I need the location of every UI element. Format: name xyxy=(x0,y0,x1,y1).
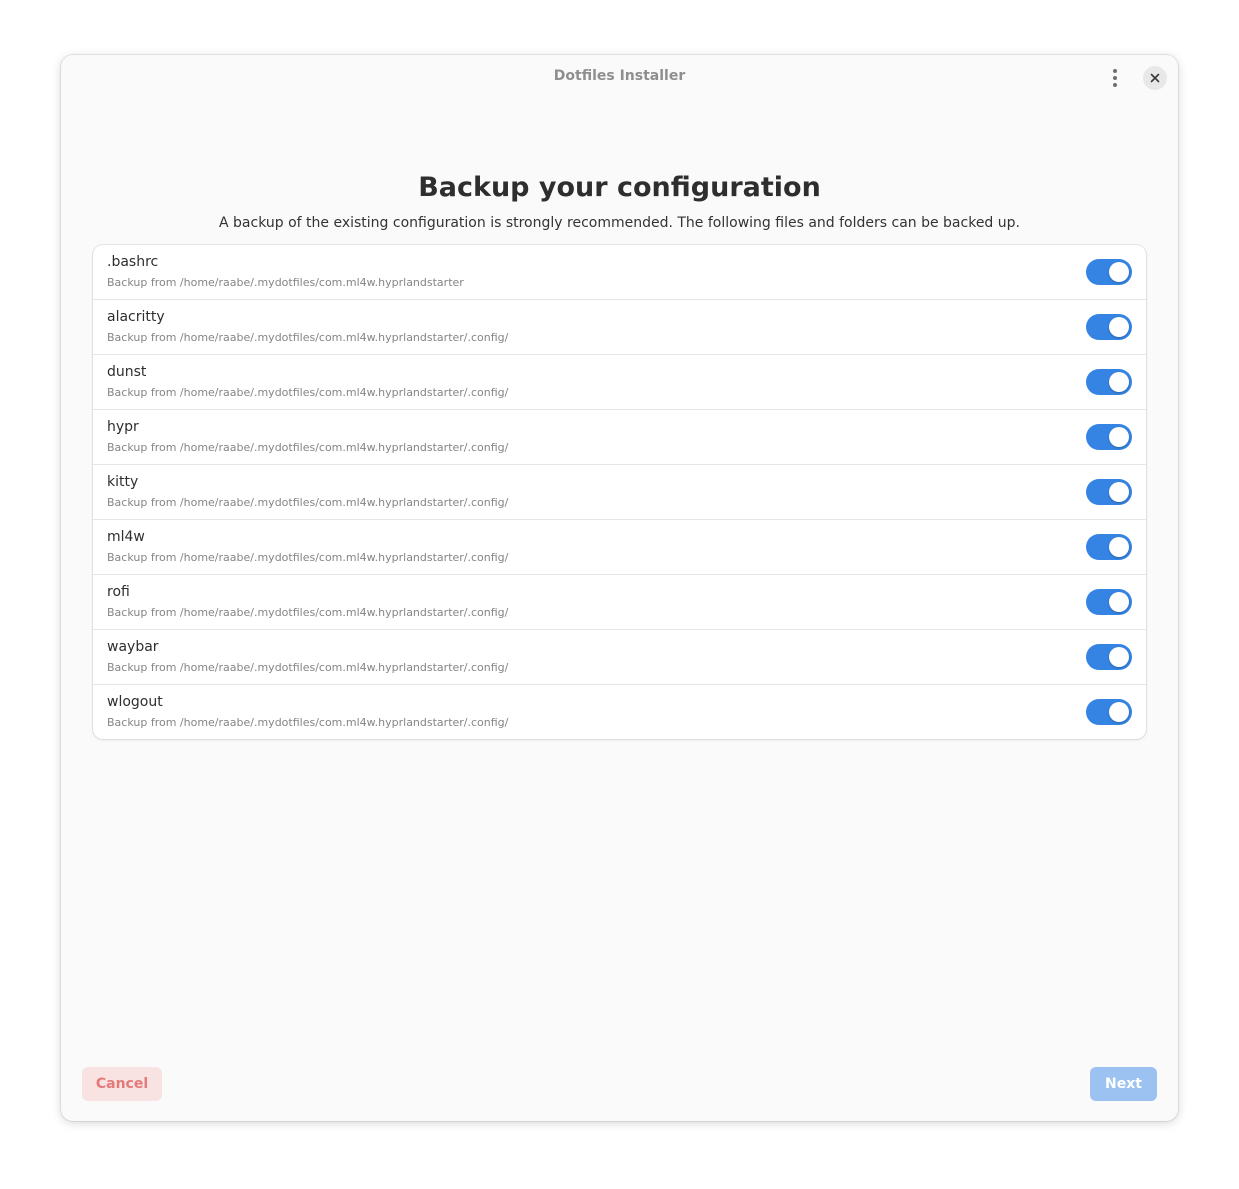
backup-row: kitty Backup from /home/raabe/.mydotfiles… xyxy=(93,464,1146,519)
backup-item-source: Backup from /home/raabe/.mydotfiles/com.… xyxy=(107,551,509,564)
toggle-knob xyxy=(1109,372,1129,392)
backup-toggle-switch[interactable] xyxy=(1086,424,1132,450)
main-menu-button[interactable] xyxy=(1101,66,1129,90)
backup-item-source: Backup from /home/raabe/.mydotfiles/com.… xyxy=(107,661,509,674)
toggle-knob xyxy=(1109,262,1129,282)
backup-row: hypr Backup from /home/raabe/.mydotfiles/… xyxy=(93,409,1146,464)
backup-row: dunst Backup from /home/raabe/.mydotfiles… xyxy=(93,354,1146,409)
backup-item-name: .bashrc xyxy=(107,254,159,270)
backup-row: .bashrc Backup from /home/raabe/.mydotfil… xyxy=(93,245,1146,299)
backup-item-source: Backup from /home/raabe/.mydotfiles/com.… xyxy=(107,331,509,344)
backup-toggle-switch[interactable] xyxy=(1086,369,1132,395)
backup-item-name: kitty xyxy=(107,474,139,490)
backup-item-source: Backup from /home/raabe/.mydotfiles/com.… xyxy=(107,441,509,454)
toggle-knob xyxy=(1109,317,1129,337)
installer-window: Dotfiles Installer Backup your configura… xyxy=(61,55,1178,1121)
backup-item-name: rofi xyxy=(107,584,130,600)
backup-toggle-switch[interactable] xyxy=(1086,314,1132,340)
toggle-knob xyxy=(1109,427,1129,447)
backup-item-source: Backup from /home/raabe/.mydotfiles/com.… xyxy=(107,716,509,729)
backup-item-name: alacritty xyxy=(107,309,165,325)
window-title: Dotfiles Installer xyxy=(553,68,686,84)
close-button[interactable] xyxy=(1143,66,1167,90)
cancel-button[interactable]: Cancel xyxy=(82,1067,162,1101)
page-description: A backup of the existing configuration i… xyxy=(219,215,1020,231)
backup-toggle-switch[interactable] xyxy=(1086,534,1132,560)
backup-list: .bashrc Backup from /home/raabe/.mydotfil… xyxy=(93,245,1146,739)
backup-toggle-switch[interactable] xyxy=(1086,644,1132,670)
toggle-knob xyxy=(1109,647,1129,667)
backup-toggle-switch[interactable] xyxy=(1086,589,1132,615)
backup-item-name: ml4w xyxy=(107,529,145,545)
backup-item-source: Backup from /home/raabe/.mydotfiles/com.… xyxy=(107,496,509,509)
backup-row: wlogout Backup from /home/raabe/.mydotfil… xyxy=(93,684,1146,739)
toggle-knob xyxy=(1109,482,1129,502)
backup-toggle-switch[interactable] xyxy=(1086,259,1132,285)
backup-item-name: wlogout xyxy=(107,694,163,710)
close-icon xyxy=(1150,73,1160,83)
backup-toggle-switch[interactable] xyxy=(1086,479,1132,505)
backup-item-source: Backup from /home/raabe/.mydotfiles/com.… xyxy=(107,276,464,289)
header-bar: Dotfiles Installer xyxy=(61,55,1178,101)
toggle-knob xyxy=(1109,592,1129,612)
toggle-knob xyxy=(1109,702,1129,722)
backup-item-source: Backup from /home/raabe/.mydotfiles/com.… xyxy=(107,606,509,619)
backup-row: ml4w Backup from /home/raabe/.mydotfiles/… xyxy=(93,519,1146,574)
backup-row: alacritty Backup from /home/raabe/.mydotf… xyxy=(93,299,1146,354)
backup-item-name: waybar xyxy=(107,639,159,655)
backup-item-name: dunst xyxy=(107,364,147,380)
toggle-knob xyxy=(1109,537,1129,557)
backup-item-name: hypr xyxy=(107,419,139,435)
backup-item-source: Backup from /home/raabe/.mydotfiles/com.… xyxy=(107,386,509,399)
backup-toggle-switch[interactable] xyxy=(1086,699,1132,725)
vertical-ellipsis-icon xyxy=(1113,69,1117,87)
page-title: Backup your configuration xyxy=(418,172,821,203)
next-button[interactable]: Next xyxy=(1090,1067,1157,1101)
backup-row: waybar Backup from /home/raabe/.mydotfile… xyxy=(93,629,1146,684)
backup-row: rofi Backup from /home/raabe/.mydotfiles/… xyxy=(93,574,1146,629)
